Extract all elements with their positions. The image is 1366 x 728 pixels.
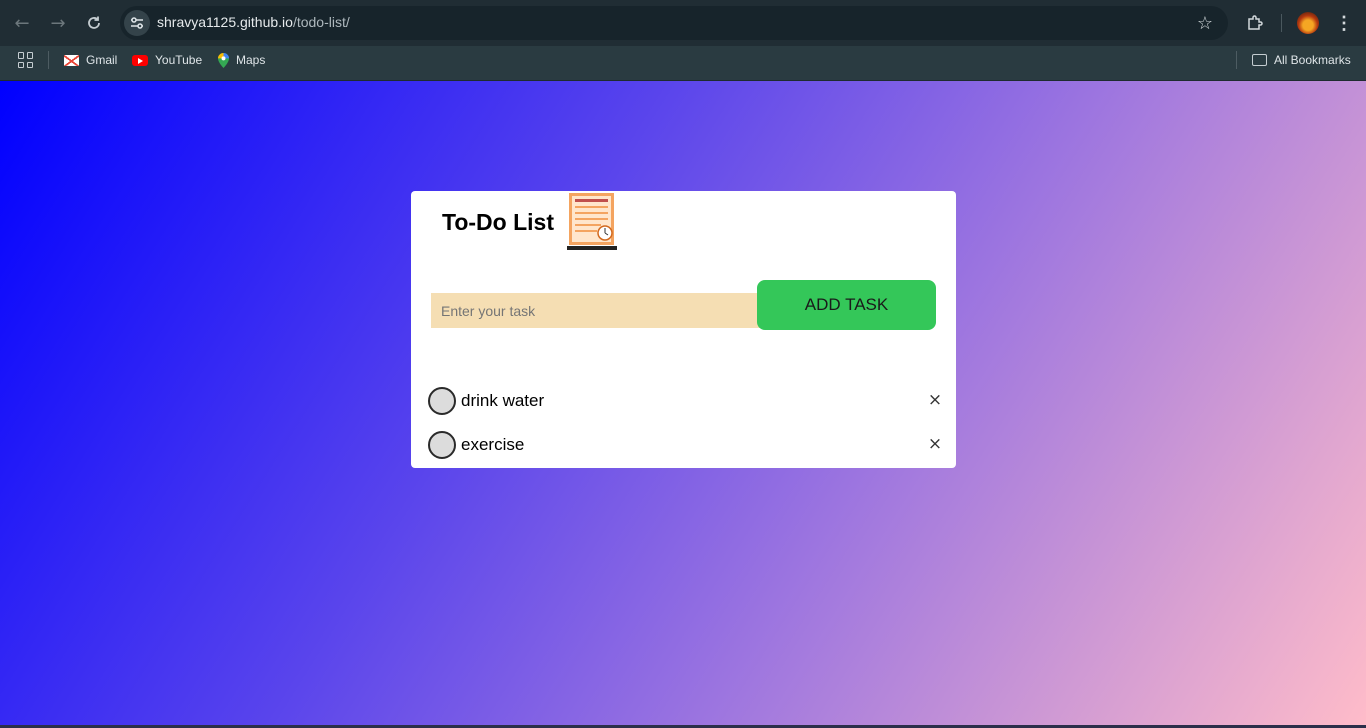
bookmarks-divider <box>48 51 49 69</box>
tune-icon <box>131 17 143 29</box>
task-text: drink water <box>461 391 545 410</box>
page-title: To-Do List <box>442 209 554 235</box>
url-host: shravya1125.github.io <box>157 14 293 30</box>
task-input[interactable] <box>431 293 761 328</box>
all-bookmarks-button[interactable]: All Bookmarks <box>1252 52 1351 68</box>
bookmark-star-icon[interactable]: ☆ <box>1193 11 1217 35</box>
puzzle-icon <box>1248 15 1263 30</box>
task-checkbox[interactable] <box>428 431 456 459</box>
all-bookmarks-label: All Bookmarks <box>1274 53 1351 67</box>
bookmarks-bar <box>0 46 1366 81</box>
maps-icon <box>218 52 229 68</box>
page-background: To-Do List ADD TASK drink water × <box>0 81 1366 728</box>
url-path: /todo-list/ <box>292 14 350 30</box>
bookmark-maps[interactable]: Maps <box>218 52 265 68</box>
url-text[interactable]: shravya1125.github.io/todo-list/ <box>157 14 350 30</box>
gmail-icon <box>64 54 79 66</box>
site-info-button[interactable] <box>124 10 150 36</box>
bookmark-label: Maps <box>236 53 266 67</box>
todo-list-image <box>567 193 617 250</box>
folder-icon <box>1252 54 1267 66</box>
task-list: drink water × exercise × <box>427 385 947 473</box>
delete-task-icon[interactable]: × <box>926 435 944 453</box>
youtube-icon <box>132 54 148 66</box>
reload-button[interactable] <box>82 11 106 35</box>
back-button[interactable]: ← <box>10 11 34 35</box>
profile-avatar[interactable] <box>1297 12 1319 34</box>
menu-icon[interactable]: ⋮ <box>1332 11 1356 35</box>
bookmark-youtube[interactable]: YouTube <box>132 52 202 68</box>
bookmark-gmail[interactable]: Gmail <box>64 52 117 68</box>
task-text: exercise <box>461 435 525 454</box>
task-checkbox[interactable] <box>428 387 456 415</box>
task-item[interactable]: exercise × <box>427 429 947 473</box>
add-task-button[interactable]: ADD TASK <box>757 280 936 330</box>
bookmark-label: YouTube <box>155 53 203 67</box>
apps-grid-icon[interactable] <box>18 52 34 68</box>
delete-task-icon[interactable]: × <box>926 391 944 409</box>
reload-icon <box>88 16 100 29</box>
toolbar-divider <box>1281 14 1282 32</box>
todo-card: To-Do List ADD TASK drink water × <box>411 191 956 468</box>
forward-button[interactable]: → <box>46 11 70 35</box>
bookmarks-divider <box>1236 51 1237 69</box>
extensions-button[interactable] <box>1243 11 1267 35</box>
task-item[interactable]: drink water × <box>427 385 947 429</box>
bookmark-label: Gmail <box>86 53 118 67</box>
